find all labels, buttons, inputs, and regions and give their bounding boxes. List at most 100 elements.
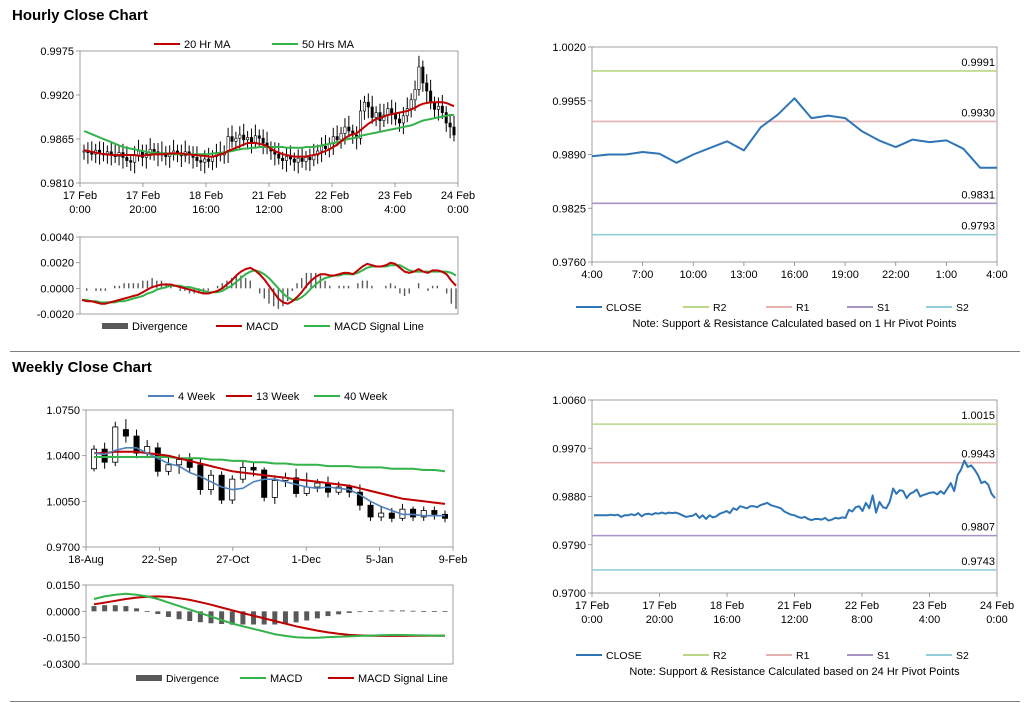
hourly-candle-body [292, 158, 296, 163]
hourly-candle-body [226, 136, 230, 153]
hourly-pivot-legend-label: S1 [877, 302, 890, 314]
weekly-divergence-bar [336, 611, 342, 615]
weekly-candle-body [410, 508, 417, 518]
hourly-pivot-ytick-label: 0.9825 [552, 203, 586, 215]
hourly-candle-body [300, 157, 304, 162]
hourly-price-ytick-label: 0.9975 [40, 46, 74, 58]
weekly-divergence-bar [421, 610, 427, 612]
hourly-pivot-xtick-label: 22:00 [882, 269, 910, 281]
hourly-pivot-level-label-r2: 0.9991 [961, 57, 995, 69]
hourly-candle-body [238, 134, 242, 139]
weekly-divergence-bar [155, 611, 161, 614]
hourly-macd-ytick-label: 0.0000 [40, 283, 74, 295]
hourly-candle-body [370, 106, 374, 118]
weekly-pivot-legend-label: R2 [713, 650, 727, 662]
weekly-price-xtick-label: 22-Sep [142, 554, 177, 566]
hourly-price-ytick-label: 0.9810 [40, 178, 74, 190]
weekly-divergence-bar [431, 611, 437, 612]
hourly-pivot-xtick-label: 4:00 [986, 269, 1007, 281]
hourly-pivot-note: Note: Support & Resistance Calculated ba… [632, 318, 957, 330]
weekly-price-ytick-label: 1.0750 [46, 405, 80, 417]
hourly-candle-body [397, 118, 401, 124]
hourly-price-plot-frame [79, 50, 459, 184]
hourly-price-xtick-label: 17 Feb [126, 190, 160, 202]
weekly-price-xtick-label: 27-Oct [216, 554, 249, 566]
weekly-candle-body [101, 448, 108, 463]
hourly-legend-ma50-label: 50 Hrs MA [302, 39, 355, 51]
weekly-pivot-xtick-label: 16:00 [713, 614, 741, 626]
hourly-legend-signal-label: MACD Signal Line [334, 321, 424, 333]
weekly-candle-body [388, 512, 395, 519]
weekly-candle-body [378, 512, 385, 518]
hourly-price-xtick-label: 12:00 [255, 204, 283, 216]
weekly-pivot-legend-label: S1 [877, 650, 890, 662]
weekly-divergence-bar [102, 605, 108, 612]
hourly-pivot-ytick-label: 0.9955 [552, 96, 586, 108]
hourly-candle-body [308, 157, 312, 161]
hourly-candle-body [378, 112, 382, 121]
hourly-candle-body [257, 135, 261, 139]
hourly-price-xtick-label: 0:00 [447, 204, 468, 216]
hourly-ma20-line [83, 101, 455, 158]
hourly-candle-body [207, 158, 211, 162]
weekly-divergence-bar [272, 611, 278, 625]
hourly-pivot-xtick-label: 10:00 [679, 269, 707, 281]
hourly-pivot-legend-label: R1 [796, 302, 810, 314]
weekly-pivot-xtick-label: 23 Feb [912, 600, 946, 612]
hourly-candle-body [343, 126, 347, 134]
weekly-divergence-bar [144, 610, 150, 612]
hourly-candle-body [444, 112, 448, 124]
hourly-candle-body [433, 102, 437, 110]
hourly-pivot-xtick-label: 19:00 [831, 269, 859, 281]
weekly-candle-body [176, 459, 183, 466]
weekly-candle-body [122, 429, 129, 437]
hourly-price-xtick-label: 18 Feb [189, 190, 223, 202]
hourly-candle-body [152, 149, 156, 153]
weekly-macd-ytick-label: -0.0300 [43, 659, 80, 671]
weekly-legend-macd-label: MACD [270, 673, 302, 685]
hourly-pivot-xtick-label: 16:00 [781, 269, 809, 281]
hourly-price-ytick-label: 0.9920 [40, 90, 74, 102]
hourly-pivot-xtick-label: 7:00 [632, 269, 653, 281]
hourly-candle-body [323, 145, 327, 149]
hourly-candle-body [448, 122, 452, 128]
hourly-candle-body [359, 110, 363, 139]
weekly-candle-body [314, 482, 321, 488]
weekly-pivot-level-label-r2: 1.0015 [961, 410, 995, 422]
hourly-price-xtick-label: 23 Feb [378, 190, 412, 202]
weekly-divergence-bar [123, 606, 129, 612]
weekly-pivot-xtick-label: 22 Feb [845, 600, 879, 612]
hourly-pivot-ytick-label: 1.0020 [552, 42, 586, 54]
hourly-candle-body [374, 112, 378, 118]
hourly-candle-body [281, 157, 285, 161]
hourly-candle-body [253, 135, 257, 143]
hourly-candle-body [452, 126, 456, 136]
hourly-candle-body [347, 126, 351, 132]
weekly-pivot-xtick-label: 4:00 [919, 614, 940, 626]
weekly-price-ytick-label: 0.9700 [46, 542, 80, 554]
weekly-pivot-xtick-label: 17 Feb [642, 600, 676, 612]
weekly-ma13-line [94, 450, 446, 505]
hourly-pivot-xtick-label: 4:00 [581, 269, 602, 281]
hourly-price-xtick-label: 17 Feb [63, 190, 97, 202]
hourly-candle-body [137, 150, 141, 156]
weekly-candle-body [165, 464, 172, 472]
hourly-candle-body [362, 101, 366, 112]
weekly-divergence-bar [368, 611, 374, 612]
weekly-divergence-bar [378, 610, 384, 612]
hourly-candle-body [261, 137, 265, 144]
weekly-price-xtick-label: 9-Feb [439, 554, 468, 566]
weekly-price-ytick-label: 1.0050 [46, 496, 80, 508]
weekly-pivot-note: Note: Support & Resistance Calculated ba… [629, 666, 960, 678]
weekly-candle-body [133, 435, 140, 454]
hourly-candle-body [242, 134, 246, 141]
hourly-candle-body [401, 115, 405, 124]
hourly-candle-body [199, 160, 203, 163]
hourly-candle-body [440, 105, 444, 113]
hourly-pivot-legend-label: S2 [956, 302, 969, 314]
weekly-pivot-ytick-label: 0.9700 [552, 588, 586, 600]
hourly-candle-body [234, 137, 238, 142]
weekly-divergence-bar [251, 611, 257, 625]
weekly-price-xtick-label: 1-Dec [292, 554, 322, 566]
weekly-candle-body [367, 504, 374, 518]
